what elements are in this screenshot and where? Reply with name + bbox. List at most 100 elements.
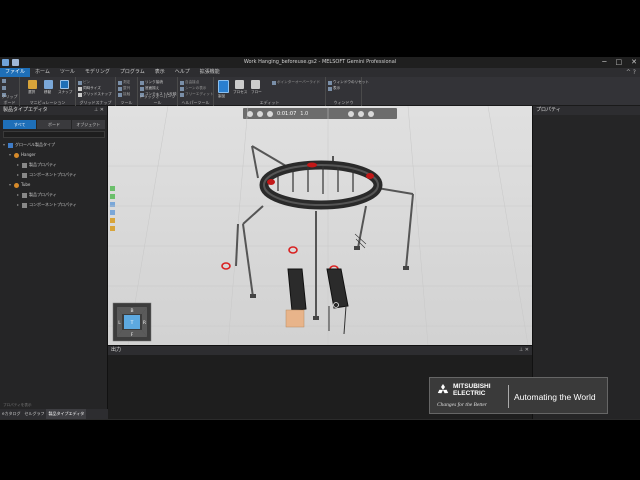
flow-icon[interactable] [251,80,260,89]
product-tree: ▾ グローバル製品タイプ ▾ Hanger ▸ 製品プロパティ ▸ コンポーネン… [3,140,105,210]
tab-ecatalog[interactable]: eカタログ [0,409,22,419]
conveyor-rail [263,164,379,206]
pin-close-icons[interactable]: ⊥ ✕ [519,346,529,355]
process-icon[interactable] [235,80,244,89]
pin-checkbox[interactable]: ピン [78,80,90,85]
menu-modeling[interactable]: モデリング [80,68,115,77]
select-icon[interactable] [28,80,37,89]
menu-file[interactable]: ファイル [0,68,31,77]
three-diamonds-logo [437,384,449,394]
same-size-label: 同時サイズ [83,86,101,90]
tab-product-type-editor[interactable]: 製品タイプエディタ [46,409,87,419]
ribbon-group-helper: 自由接点 シーンの表示 フリーエディット ヘルパーツール [178,77,214,106]
ribbon-collapse-help[interactable]: ^ ? [626,69,636,76]
slogan: Changes for the Better [437,402,487,408]
menu-view[interactable]: 表示 [150,68,170,77]
grid-snap-checkbox[interactable]: グリッドスナップ [78,92,112,97]
pointer-override-button[interactable]: ポインターオーバーライド [272,80,320,85]
tree-item[interactable]: ▸ 製品プロパティ [3,160,105,170]
menu-program[interactable]: プログラム [115,68,150,77]
minimize-button[interactable]: ─ [602,58,606,66]
align-button[interactable]: 整列 [118,86,130,91]
pointer-override-label: ポインターオーバーライド [277,80,321,84]
scene-display-button[interactable]: シーンの表示 [180,86,206,91]
folder-icon [8,142,13,148]
panel-title-text: 製品タイプエディタ [3,107,48,113]
view-cube[interactable]: B L T R F [112,302,152,342]
close-button[interactable]: ✕ [631,58,637,66]
process-button-label: プロセス [233,90,248,94]
ribbon: クリップボード 選択 移動 スナップ マニピュレーション ピン 同時サイズ グリ… [0,77,640,106]
snap-icon[interactable] [60,80,69,89]
panel-title: 製品タイプエディタ ⊥ ✕ [0,106,107,115]
ribbon-group-edit: 製品 プロセス フロー ポインターオーバーライド エディット [214,77,326,106]
search-input[interactable] [3,131,105,138]
tree-item[interactable]: ▾ Hanger [3,150,105,160]
same-size-checkbox[interactable]: 同時サイズ [78,86,101,91]
select-button-label: 選択 [28,90,36,94]
tab-object[interactable]: オブジェクト [71,120,105,129]
move-button-label: 移動 [44,90,52,94]
copy-button[interactable] [2,86,6,90]
ribbon-group-manipulation: 選択 移動 スナップ マニピュレーション [20,77,76,106]
tree-item[interactable]: ▸ 製品プロパティ [3,190,105,200]
property-icon [22,172,27,178]
3d-viewport[interactable]: 0:01:07 1.0 B L T R F [108,106,532,345]
align-label: 整列 [123,86,131,90]
move-icon[interactable] [44,80,53,89]
window-reset-button[interactable]: ウィンドウのリセット [328,80,369,85]
ribbon-group-label: クリップボード [1,94,18,105]
tree-item-label: 製品プロパティ [29,192,57,197]
menu-bar: ファイル ホーム ツール モデリング プログラム 表示 ヘルプ 拡張機能 ^ ? [0,68,640,77]
tagline: Automating the World [514,392,596,402]
link-edit-label: リンク接続 [145,80,163,84]
red-ring-markers [221,246,339,273]
snap-button-label: スナップ [58,90,73,94]
tree-item[interactable]: ▸ コンポーネントプロパティ [3,200,105,210]
ribbon-group-tools: 測定 整列 接触 ツール [116,77,138,106]
bottom-align-label: 底面揃え [145,86,160,90]
pin-close-icons[interactable]: ⊥ ✕ [94,106,104,115]
cube-face-bottom: F [131,332,134,338]
window-title: Work Hanging_beforeuse.gs2 - MELSOFT Gem… [243,59,397,65]
measure-button[interactable]: 測定 [118,80,130,85]
object-icon[interactable] [218,80,229,93]
mitsubishi-logo-banner: MITSUBISHI ELECTRIC Changes for the Bett… [429,377,608,414]
free-edit-button[interactable]: フリーエディット [180,92,214,97]
title-bar: Work Hanging_beforeuse.gs2 - MELSOFT Gem… [0,57,640,68]
floor-grid [108,106,532,345]
logo-divider [508,385,509,408]
product-icon [14,182,19,188]
object-button-label: 製品 [218,94,226,98]
ribbon-group-drag-over: リンク接続 底面揃え コンテキスト&反映 ドラッグオーバーツール [138,77,178,106]
tree-item[interactable]: ▾ グローバル製品タイプ [3,140,105,150]
tree-item-label: コンポーネントプロパティ [29,172,77,177]
grid-snap-label: グリッドスナップ [83,92,112,96]
menu-help[interactable]: ヘルプ [170,68,195,77]
product-type-editor-panel: 製品タイプエディタ ⊥ ✕ すべて ボード オブジェクト ▾ グローバル製品タイ… [0,106,108,419]
cut-button[interactable] [2,79,6,83]
free-edit-label: フリーエディット [185,92,214,96]
scene-canvas [108,106,532,345]
menu-home[interactable]: ホーム [30,68,55,77]
tree-item[interactable]: ▸ コンポーネントプロパティ [3,170,105,180]
panel-title: プロパティ [533,106,640,115]
tab-cell-graph[interactable]: セルグラフ [22,409,46,419]
menu-tools[interactable]: ツール [55,68,80,77]
property-icon [22,202,27,208]
panel-title-text: 出力 [111,347,122,353]
contact-button[interactable]: 接触 [118,92,130,97]
tab-all[interactable]: すべて [3,120,37,129]
maximize-button[interactable]: □ [616,58,623,66]
tree-item[interactable]: ▾ Tube [3,180,105,190]
filter-tabs: すべて ボード オブジェクト [3,120,105,129]
cube-face-center: T [130,320,134,326]
window-display-button[interactable]: 表示 [328,86,340,91]
scene-display-label: シーンの表示 [185,86,207,90]
free-contact-button[interactable]: 自由接点 [180,80,199,85]
tab-board[interactable]: ボード [37,120,71,129]
link-edit-button[interactable]: リンク接続 [140,80,163,85]
bottom-align-button[interactable]: 底面揃え [140,86,159,91]
menu-extensions[interactable]: 拡張機能 [195,68,225,77]
ribbon-group-label: ドラッグオーバーツール [139,94,176,105]
